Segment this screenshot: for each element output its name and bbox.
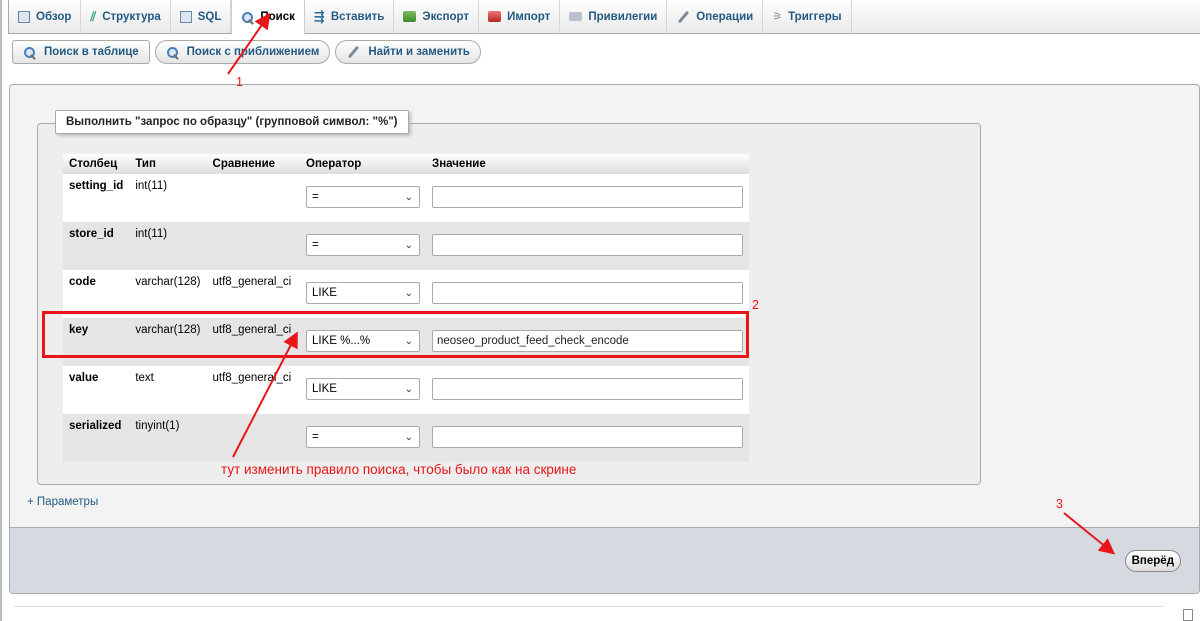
tab-insert-label: Вставить xyxy=(330,10,385,23)
search-icon xyxy=(23,46,36,59)
wrench-icon xyxy=(676,10,690,24)
column-collation xyxy=(206,174,300,222)
chevron-down-icon: ⌄ xyxy=(404,431,413,443)
column-name: value xyxy=(63,366,130,414)
tab-structure-label: Структура xyxy=(102,10,161,23)
operator-select[interactable]: LIKE ⌄ xyxy=(306,282,420,304)
column-collation xyxy=(206,222,300,270)
table-icon xyxy=(18,10,30,23)
import-icon xyxy=(488,11,502,22)
tab-import-label: Импорт xyxy=(507,10,551,23)
go-button[interactable]: Вперёд xyxy=(1124,550,1181,572)
operator-value: = xyxy=(312,191,319,203)
tab-privileges[interactable]: Привилегии xyxy=(560,0,668,33)
tab-export-label: Экспорт xyxy=(422,10,470,23)
column-name: serialized xyxy=(63,414,130,462)
tab-operations-label: Операции xyxy=(696,10,754,23)
annotation-number-1: 1 xyxy=(236,75,243,89)
tab-search[interactable]: Поиск xyxy=(231,0,305,34)
type-header: Тип xyxy=(129,154,207,174)
zoom-search-icon xyxy=(166,46,179,59)
table-row: value text utf8_general_ci LIKE ⌄ xyxy=(63,366,749,414)
structure-icon: ⫽ xyxy=(90,8,97,24)
value-input[interactable] xyxy=(432,378,743,400)
value-input[interactable] xyxy=(432,186,743,208)
subtab-zoom-search[interactable]: Поиск с приближением xyxy=(154,40,331,64)
replace-icon xyxy=(346,45,360,59)
tab-browse[interactable]: Обзор xyxy=(9,0,82,33)
column-type: int(11) xyxy=(129,174,207,222)
subtab-find-replace[interactable]: Найти и заменить xyxy=(335,40,481,64)
annotation-note: тут изменить правило поиска, чтобы было … xyxy=(221,462,577,477)
chevron-down-icon: ⌄ xyxy=(404,383,413,395)
chevron-down-icon: ⌄ xyxy=(404,191,413,203)
sql-icon xyxy=(179,10,192,23)
annotation-highlight-box xyxy=(42,311,749,358)
column-type: tinyint(1) xyxy=(129,414,207,462)
insert-icon: ⇶ xyxy=(313,8,325,24)
tab-insert[interactable]: ⇶ Вставить xyxy=(305,0,395,33)
table-tab-bar: Обзор ⫽ Структура SQL Поиск ⇶ Вставить Э… xyxy=(8,0,1200,34)
tab-export[interactable]: Экспорт xyxy=(394,0,480,33)
tab-structure[interactable]: ⫽ Структура xyxy=(81,0,171,33)
tab-operations[interactable]: Операции xyxy=(667,0,764,33)
privileges-icon xyxy=(569,12,583,21)
annotation-number-2: 2 xyxy=(752,298,759,312)
value-input[interactable] xyxy=(432,426,743,448)
tab-import[interactable]: Импорт xyxy=(479,0,561,33)
form-footer: Вперёд xyxy=(10,527,1199,593)
tab-triggers-label: Триггеры xyxy=(788,10,842,23)
table-row: store_id int(11) = ⌄ xyxy=(63,222,749,270)
column-header: Столбец xyxy=(63,154,130,174)
subtab-zoom-search-label: Поиск с приближением xyxy=(186,46,320,58)
operator-value: = xyxy=(312,239,319,251)
search-criteria-table: Столбец Тип Сравнение Оператор Значение … xyxy=(63,154,749,462)
column-collation xyxy=(206,414,300,462)
annotation-number-3: 3 xyxy=(1056,497,1063,511)
export-icon xyxy=(403,11,417,22)
operator-value: = xyxy=(312,431,319,443)
subtab-find-replace-label: Найти и заменить xyxy=(368,46,470,58)
operator-select[interactable]: = ⌄ xyxy=(306,186,420,208)
table-row: serialized tinyint(1) = ⌄ xyxy=(63,414,749,462)
subtab-table-search-label: Поиск в таблице xyxy=(44,46,139,58)
value-header: Значение xyxy=(426,154,749,174)
subtab-table-search[interactable]: Поиск в таблице xyxy=(12,40,150,64)
operator-header: Оператор xyxy=(300,154,426,174)
options-toggle-link[interactable]: + Параметры xyxy=(27,496,98,508)
window-left-edge xyxy=(0,0,2,621)
operator-value: LIKE xyxy=(312,287,337,299)
operator-select[interactable]: LIKE ⌄ xyxy=(306,378,420,400)
tab-browse-label: Обзор xyxy=(36,10,72,23)
column-type: text xyxy=(129,366,207,414)
column-collation: utf8_general_ci xyxy=(206,366,300,414)
search-icon xyxy=(241,11,254,24)
chevron-down-icon: ⌄ xyxy=(404,287,413,299)
divider xyxy=(14,606,1164,607)
value-input[interactable] xyxy=(432,234,743,256)
tab-sql-label: SQL xyxy=(197,10,222,23)
column-type: int(11) xyxy=(129,222,207,270)
column-name: store_id xyxy=(63,222,130,270)
query-legend: Выполнить "запрос по образцу" (групповой… xyxy=(55,110,409,134)
tab-search-label: Поиск xyxy=(260,11,295,23)
operator-value: LIKE xyxy=(312,383,337,395)
tab-triggers[interactable]: ⚞ Триггеры xyxy=(763,0,852,33)
chevron-down-icon: ⌄ xyxy=(404,239,413,251)
operator-select[interactable]: = ⌄ xyxy=(306,426,420,448)
tab-sql[interactable]: SQL xyxy=(171,0,232,33)
console-toggle-icon[interactable] xyxy=(1183,609,1193,621)
operator-select[interactable]: = ⌄ xyxy=(306,234,420,256)
value-input[interactable] xyxy=(432,282,743,304)
collation-header: Сравнение xyxy=(206,154,300,174)
column-name: setting_id xyxy=(63,174,130,222)
table-row: setting_id int(11) = ⌄ xyxy=(63,174,749,222)
tab-privileges-label: Привилегии xyxy=(588,10,658,23)
triggers-icon: ⚞ xyxy=(772,11,783,23)
search-mode-tabs: Поиск в таблице Поиск с приближением Най… xyxy=(12,40,481,64)
